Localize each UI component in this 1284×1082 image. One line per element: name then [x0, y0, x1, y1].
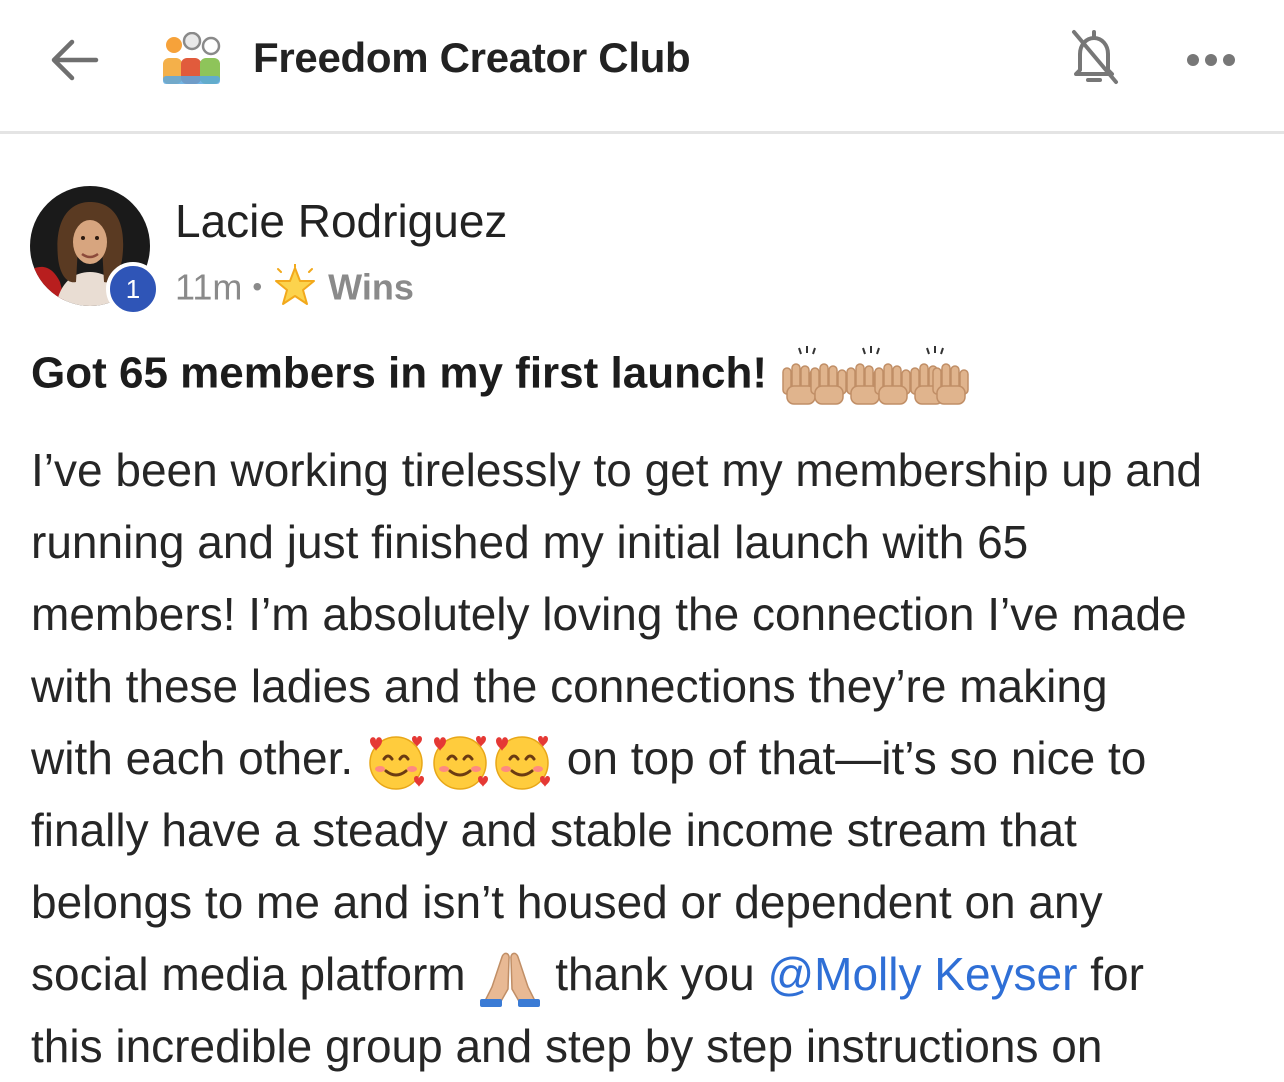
glowing-star-icon [275, 264, 316, 306]
level-badge: 1 [106, 262, 160, 316]
app-header: Freedom Creator Club [0, 0, 1284, 134]
arrow-left-icon [51, 39, 99, 81]
back-button[interactable] [46, 34, 102, 86]
post-body-text: for [1090, 948, 1144, 1000]
post-body-text: with each other. [31, 732, 354, 784]
notifications-button[interactable] [1066, 26, 1122, 90]
post-body-line: this incredible group and step by step i… [31, 1020, 1103, 1072]
smiling-face-with-hearts-emoji [369, 735, 550, 790]
post-body-line: members! I’m absolutely loving the conne… [31, 588, 1187, 640]
folded-hands-emoji [480, 952, 541, 1007]
post-body-text: social media platform [31, 948, 466, 1000]
post-body-line: belongs to me and isn’t housed or depend… [31, 876, 1103, 928]
post-body-text: thank you [555, 948, 755, 1000]
more-horizontal-icon [1187, 54, 1235, 66]
post-body-line: social media platform thank you @Molly K… [31, 938, 1271, 1010]
author-name[interactable]: Lacie Rodriguez [175, 194, 507, 248]
raising-hands-emoji [782, 346, 969, 405]
mention-link[interactable]: @Molly Keyser [767, 948, 1077, 1000]
post-meta: 11m • Wins [175, 264, 414, 308]
group-people-icon [160, 31, 224, 88]
post-body-line: finally have a steady and stable income … [31, 804, 1077, 856]
post-body-line: running and just finished my initial lau… [31, 516, 1029, 568]
post-title: Got 65 members in my first launch! [31, 346, 971, 406]
post-time: 11m [175, 266, 243, 308]
post-body-line: I’ve been working tirelessly to get my m… [31, 444, 1203, 496]
post-title-text: Got 65 members in my first launch! [31, 348, 767, 398]
meta-separator: • [252, 271, 263, 303]
post-body: I’ve been working tirelessly to get my m… [31, 434, 1271, 1082]
author-avatar-container: 1 [30, 186, 162, 318]
post-category-link[interactable]: Wins [328, 266, 414, 307]
post-body-text: on top of that—it’s so nice to [566, 732, 1147, 784]
group-title: Freedom Creator Club [253, 34, 691, 81]
post-body-line: with each other. on top of that—it’s so … [31, 722, 1271, 794]
more-options-button[interactable] [1184, 46, 1240, 74]
post-body-line: with these ladies and the connections th… [31, 660, 1108, 712]
bell-off-icon [1072, 30, 1118, 84]
